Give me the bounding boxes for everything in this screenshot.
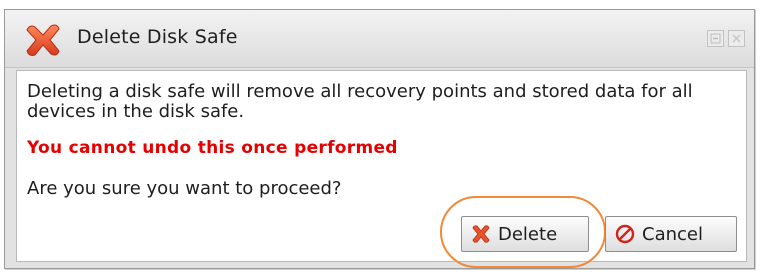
restore-button[interactable] [707,30,724,47]
red-x-icon [472,225,490,243]
red-x-icon [26,24,60,56]
delete-button[interactable]: Delete [461,216,589,252]
close-icon [732,34,741,43]
dialog-titlebar[interactable]: Delete Disk Safe [5,10,754,68]
confirm-question: Are you sure you want to proceed? [27,178,342,199]
warning-text: You cannot undo this once performed [27,138,398,158]
no-entry-icon [615,224,635,244]
cancel-button[interactable]: Cancel [605,216,737,252]
dialog-body: Deleting a disk safe will remove all rec… [16,70,747,268]
delete-button-label: Delete [498,223,558,245]
close-button[interactable] [728,30,745,47]
restore-icon [710,33,721,44]
screenshot-stage: Delete Disk Safe Deleting a disk safe wi… [0,0,763,274]
dialog-message: Deleting a disk safe will remove all rec… [27,81,693,122]
cancel-button-label: Cancel [642,223,703,245]
dialog-title: Delete Disk Safe [77,26,238,48]
delete-disk-safe-dialog: Delete Disk Safe Deleting a disk safe wi… [4,9,755,269]
